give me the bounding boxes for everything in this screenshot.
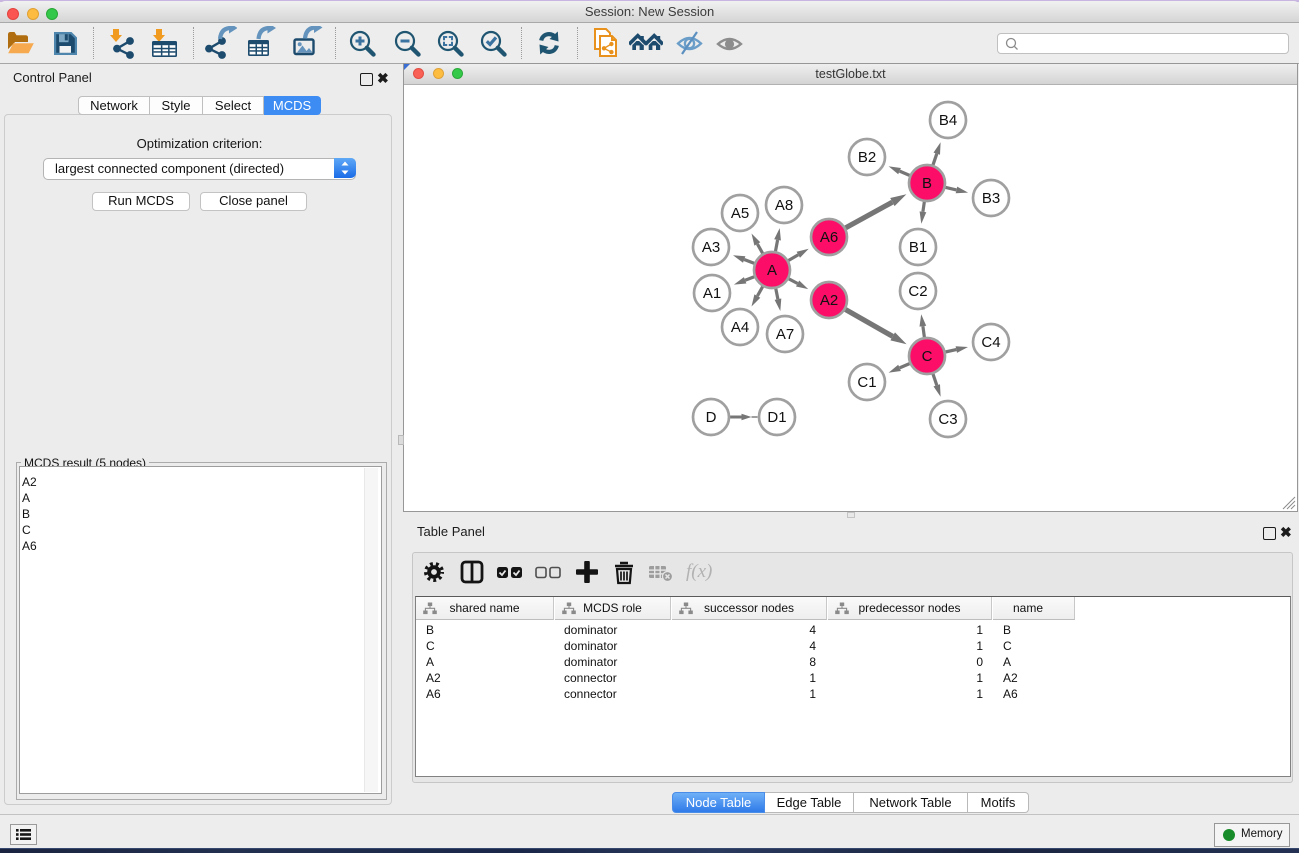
svg-text:A4: A4	[731, 319, 749, 336]
svg-text:C1: C1	[857, 374, 876, 391]
svg-text:A2: A2	[820, 292, 838, 309]
svg-text:C2: C2	[908, 283, 927, 300]
svg-text:D1: D1	[767, 409, 786, 426]
svg-text:D: D	[706, 409, 717, 426]
svg-text:A1: A1	[703, 285, 721, 302]
svg-text:A7: A7	[776, 326, 794, 343]
svg-text:A8: A8	[775, 197, 793, 214]
svg-text:B4: B4	[939, 112, 957, 129]
svg-text:A6: A6	[820, 229, 838, 246]
svg-text:B3: B3	[982, 190, 1000, 207]
svg-text:B2: B2	[858, 149, 876, 166]
svg-text:C: C	[922, 348, 933, 365]
svg-text:C3: C3	[938, 411, 957, 428]
svg-text:A3: A3	[702, 239, 720, 256]
svg-text:B: B	[922, 175, 932, 192]
svg-text:A5: A5	[731, 205, 749, 222]
svg-text:A: A	[767, 262, 777, 279]
svg-text:C4: C4	[981, 334, 1000, 351]
svg-text:B1: B1	[909, 239, 927, 256]
